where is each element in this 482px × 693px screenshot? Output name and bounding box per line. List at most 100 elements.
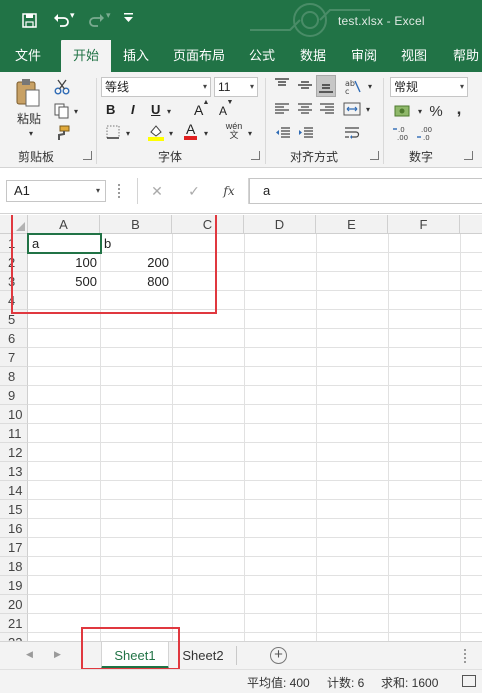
number-format-select[interactable]: 常规 ▾ bbox=[390, 77, 468, 97]
save-icon[interactable] bbox=[18, 10, 40, 30]
normal-view-icon[interactable] bbox=[462, 675, 476, 687]
clipboard-launcher-icon[interactable] bbox=[83, 151, 92, 160]
font-color-dropdown-icon[interactable]: ▾ bbox=[202, 127, 210, 139]
increase-decimal-icon[interactable]: .0.00 bbox=[392, 124, 414, 142]
customize-qat-icon[interactable] bbox=[124, 13, 133, 24]
tab-help[interactable]: 帮助 bbox=[444, 40, 482, 72]
row-header-22[interactable]: 22 bbox=[0, 633, 28, 641]
tab-home[interactable]: 开始 bbox=[61, 40, 111, 73]
column-header-e[interactable]: E bbox=[316, 215, 388, 234]
next-sheet-icon[interactable]: ▶ bbox=[54, 649, 61, 660]
font-size-select[interactable]: 11 ▾ bbox=[214, 77, 258, 97]
add-sheet-icon[interactable]: + bbox=[270, 647, 287, 664]
decrease-indent-icon[interactable] bbox=[273, 124, 293, 142]
enter-icon[interactable]: ✓ bbox=[183, 181, 205, 201]
row-header-10[interactable]: 10 bbox=[0, 405, 28, 424]
formula-buttons: ✕ ✓ fx bbox=[137, 178, 249, 204]
tab-data[interactable]: 数据 bbox=[290, 40, 336, 72]
prev-sheet-icon[interactable]: ◀ bbox=[26, 649, 33, 660]
orientation-dropdown-icon[interactable]: ▾ bbox=[366, 80, 374, 92]
row-header-15[interactable]: 15 bbox=[0, 500, 28, 519]
paste-button[interactable]: 粘贴 bbox=[13, 110, 45, 126]
worksheet-grid[interactable]: A B C D E F 1 2 3 4 5 6 7 8 9 10 11 12 1… bbox=[0, 215, 482, 641]
merge-center-icon[interactable] bbox=[342, 100, 362, 118]
tab-file[interactable]: 文件 bbox=[6, 40, 50, 72]
align-middle-icon[interactable] bbox=[296, 76, 314, 94]
row-header-9[interactable]: 9 bbox=[0, 386, 28, 405]
comma-button[interactable]: , bbox=[452, 99, 466, 119]
accounting-dropdown-icon[interactable]: ▾ bbox=[416, 105, 424, 117]
copy-dropdown-icon[interactable]: ▾ bbox=[72, 105, 80, 117]
row-header-13[interactable]: 13 bbox=[0, 462, 28, 481]
align-left-icon[interactable] bbox=[273, 100, 291, 118]
increase-indent-icon[interactable] bbox=[296, 124, 316, 142]
orientation-icon[interactable]: ab c bbox=[342, 76, 364, 96]
column-header-d[interactable]: D bbox=[244, 215, 316, 234]
column-header-f[interactable]: F bbox=[388, 215, 460, 234]
shrink-font-button[interactable]: A bbox=[219, 104, 227, 118]
cancel-icon[interactable]: ✕ bbox=[146, 181, 168, 201]
row-header-12[interactable]: 12 bbox=[0, 443, 28, 462]
gridline bbox=[28, 461, 482, 462]
cut-icon[interactable] bbox=[52, 78, 72, 96]
tab-insert[interactable]: 插入 bbox=[112, 40, 160, 72]
name-box[interactable]: A1 ▾ bbox=[6, 180, 106, 202]
tab-view[interactable]: 视图 bbox=[391, 40, 437, 72]
paste-icon[interactable] bbox=[14, 78, 42, 108]
row-header-7[interactable]: 7 bbox=[0, 348, 28, 367]
font-color-button[interactable]: A bbox=[184, 122, 198, 140]
sheet-tab-sheet2[interactable]: Sheet2 bbox=[174, 642, 232, 669]
borders-dropdown-icon[interactable]: ▾ bbox=[124, 127, 132, 139]
bold-button[interactable]: B bbox=[106, 102, 115, 117]
status-count: 计数: 6 bbox=[327, 676, 365, 690]
paste-dropdown-icon[interactable]: ▾ bbox=[26, 128, 36, 138]
scroll-split-grip[interactable] bbox=[464, 649, 467, 663]
font-launcher-icon[interactable] bbox=[251, 151, 260, 160]
formula-bar-grip[interactable] bbox=[118, 184, 121, 198]
row-header-21[interactable]: 21 bbox=[0, 614, 28, 633]
underline-dropdown-icon[interactable]: ▾ bbox=[165, 105, 173, 117]
font-name-select[interactable]: 等线 ▾ bbox=[101, 77, 211, 97]
row-header-17[interactable]: 17 bbox=[0, 538, 28, 557]
gridline bbox=[28, 404, 482, 405]
align-right-icon[interactable] bbox=[318, 100, 336, 118]
row-header-11[interactable]: 11 bbox=[0, 424, 28, 443]
format-painter-icon[interactable] bbox=[52, 124, 72, 142]
insert-function-icon[interactable]: fx bbox=[218, 181, 240, 201]
align-center-icon[interactable] bbox=[296, 100, 314, 118]
row-header-16[interactable]: 16 bbox=[0, 519, 28, 538]
phonetic-dropdown-icon[interactable]: ▾ bbox=[246, 127, 254, 139]
formula-input[interactable]: a bbox=[249, 178, 482, 204]
column-header-g[interactable] bbox=[460, 215, 482, 234]
redo-icon[interactable] bbox=[86, 10, 108, 30]
underline-button[interactable]: U bbox=[151, 102, 160, 117]
row-header-14[interactable]: 14 bbox=[0, 481, 28, 500]
row-header-6[interactable]: 6 bbox=[0, 329, 28, 348]
tab-formulas[interactable]: 公式 bbox=[238, 40, 286, 72]
alignment-launcher-icon[interactable] bbox=[370, 151, 379, 160]
merge-dropdown-icon[interactable]: ▾ bbox=[364, 103, 372, 115]
borders-icon[interactable] bbox=[104, 124, 122, 140]
gridline bbox=[28, 594, 482, 595]
copy-icon[interactable] bbox=[52, 102, 72, 120]
row-header-19[interactable]: 19 bbox=[0, 576, 28, 595]
decrease-decimal-icon[interactable]: .00.0 bbox=[416, 124, 438, 142]
wrap-text-icon[interactable] bbox=[342, 124, 362, 142]
percent-button[interactable]: % bbox=[428, 101, 444, 121]
row-header-18[interactable]: 18 bbox=[0, 557, 28, 576]
fill-color-icon[interactable] bbox=[146, 123, 166, 141]
align-bottom-icon[interactable] bbox=[316, 75, 336, 97]
tab-review[interactable]: 审阅 bbox=[342, 40, 386, 72]
align-top-icon[interactable] bbox=[273, 76, 291, 94]
row-header-8[interactable]: 8 bbox=[0, 367, 28, 386]
undo-icon[interactable] bbox=[50, 10, 72, 30]
row-header-20[interactable]: 20 bbox=[0, 595, 28, 614]
redo-dropdown-icon[interactable]: ▾ bbox=[106, 10, 111, 21]
fill-dropdown-icon[interactable]: ▾ bbox=[167, 127, 175, 139]
number-launcher-icon[interactable] bbox=[464, 151, 473, 160]
accounting-icon[interactable] bbox=[392, 102, 416, 120]
phonetic-icon[interactable]: wén 文 bbox=[222, 122, 246, 140]
tab-page-layout[interactable]: 页面布局 bbox=[166, 40, 232, 72]
italic-button[interactable]: I bbox=[131, 102, 135, 117]
undo-dropdown-icon[interactable]: ▾ bbox=[70, 10, 75, 21]
